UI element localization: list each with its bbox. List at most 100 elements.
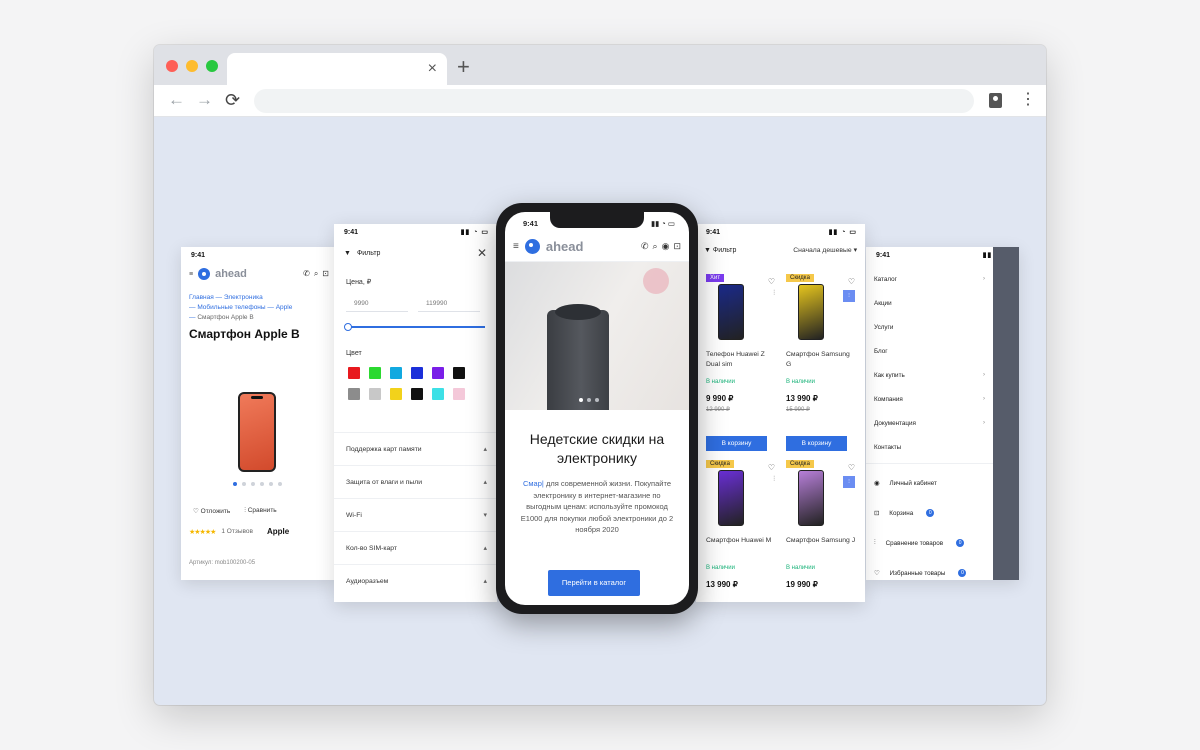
menu-account[interactable]: ◉ Личный кабинет	[866, 468, 993, 498]
forward-arrow-icon[interactable]: →	[196, 89, 213, 111]
menu-item[interactable]: Контакты	[866, 435, 993, 459]
minimize-window-button[interactable]	[186, 60, 198, 72]
product-card[interactable]: Хит ♡ ⫶ Телефон Huawei Z Dual sim В наличии 9…	[702, 274, 778, 460]
product-name[interactable]: Смартфон Huawei M	[706, 536, 776, 546]
menu-item[interactable]: Компания ›	[866, 387, 993, 411]
menu-item[interactable]: Как купить ›	[866, 363, 993, 387]
color-swatch[interactable]	[432, 388, 444, 400]
close-window-button[interactable]	[166, 60, 178, 72]
menu-item[interactable]: Акции	[866, 291, 993, 315]
sort-dropdown[interactable]: Сначала дешевые ▾	[793, 246, 857, 254]
filter-option-row[interactable]: Аудиоразъем ▴	[334, 564, 497, 597]
color-swatch[interactable]	[348, 388, 360, 400]
price-slider[interactable]	[344, 323, 485, 331]
browser-menu-icon[interactable]: ⋮	[1020, 90, 1036, 110]
color-swatch[interactable]	[411, 388, 423, 400]
compare-icon[interactable]: ⫶	[843, 290, 855, 302]
compare-icon[interactable]: ⫶	[773, 476, 775, 484]
search-icon[interactable]: ⌕	[653, 241, 658, 252]
back-arrow-icon[interactable]: ←	[168, 89, 185, 111]
menu-compare[interactable]: ⫶ Сравнение товаров 0	[866, 528, 993, 558]
add-to-cart-button[interactable]: В корзину	[706, 436, 767, 451]
logo-text[interactable]: ahead	[546, 239, 584, 254]
logo-text[interactable]: ahead	[215, 268, 247, 280]
logo-icon[interactable]	[524, 239, 540, 254]
menu-overlay[interactable]	[993, 247, 1019, 580]
pager-dot[interactable]	[242, 482, 246, 486]
pager-dot[interactable]	[269, 482, 273, 486]
menu-cart[interactable]: ⊡ Корзина 0	[866, 498, 993, 528]
phone-icon[interactable]: ✆	[303, 269, 310, 279]
product-image[interactable]	[798, 284, 824, 340]
pager-dot[interactable]	[595, 398, 599, 402]
breadcrumb-phones[interactable]: Мобильные телефоны	[197, 304, 265, 311]
menu-item[interactable]: Услуги	[866, 315, 993, 339]
slider-handle[interactable]	[344, 323, 352, 331]
pager-dot[interactable]	[260, 482, 264, 486]
heart-icon[interactable]: ♡	[768, 277, 775, 286]
logo-icon[interactable]	[198, 268, 211, 280]
reload-icon[interactable]: ⟳	[225, 89, 240, 111]
color-swatch[interactable]	[390, 388, 402, 400]
menu-item[interactable]: Каталог ›	[866, 267, 993, 291]
price-max-input[interactable]: 119990	[418, 294, 480, 312]
compare-icon[interactable]: ⫶	[843, 476, 855, 488]
address-bar[interactable]	[254, 89, 974, 113]
breadcrumb-home[interactable]: Главная	[189, 294, 214, 301]
pager-dot[interactable]	[587, 398, 591, 402]
hamburger-icon[interactable]: ≡	[189, 271, 193, 278]
product-card[interactable]: Скидка ♡ ⫶ Смартфон Huawei M В наличии 13 990…	[702, 460, 778, 602]
filter-button[interactable]: ▼ Фильтр	[704, 247, 736, 254]
filter-option-row[interactable]: Защита от влаги и пыли ▴	[334, 465, 497, 498]
pager-dot[interactable]	[278, 482, 282, 486]
new-tab-button[interactable]: +	[457, 54, 470, 80]
hero-banner[interactable]	[505, 262, 689, 410]
menu-item[interactable]: Документация ›	[866, 411, 993, 435]
product-card[interactable]: Скидка ♡ ⫶ Смартфон Samsung G В наличии 13 99…	[782, 274, 858, 460]
color-swatch[interactable]	[369, 388, 381, 400]
hamburger-icon[interactable]: ≡	[513, 241, 519, 252]
product-name[interactable]: Смартфон Samsung J	[786, 536, 856, 546]
price-min-input[interactable]: 9990	[346, 294, 408, 312]
brand-logo[interactable]: Apple	[267, 527, 289, 536]
product-card[interactable]: Скидка ♡ ⫶ Смартфон Samsung J В наличии 19 99…	[782, 460, 858, 602]
search-icon[interactable]: ⌕	[314, 269, 318, 279]
breadcrumb-apple[interactable]: Apple	[276, 304, 293, 311]
product-image[interactable]	[718, 470, 744, 526]
product-name[interactable]: Смартфон Samsung G	[786, 350, 856, 370]
color-swatch[interactable]	[348, 367, 360, 379]
color-swatch[interactable]	[453, 367, 465, 379]
filter-option-row[interactable]: Кол-во SIM-карт ▴	[334, 531, 497, 564]
compare-button[interactable]: ⫶ Сравнить	[244, 507, 276, 515]
defer-button[interactable]: ♡ Отложить	[193, 507, 230, 515]
color-swatch[interactable]	[390, 367, 402, 379]
breadcrumb-electronics[interactable]: Электроника	[224, 294, 263, 301]
menu-favorites[interactable]: ♡ Избранные товары 0	[866, 558, 993, 580]
phone-icon[interactable]: ✆	[641, 241, 649, 252]
add-to-cart-button[interactable]: В корзину	[786, 436, 847, 451]
heart-icon[interactable]: ♡	[848, 277, 855, 286]
go-to-catalog-button[interactable]: Перейти в каталог	[548, 570, 640, 596]
star-rating[interactable]: ★★★★★	[189, 528, 216, 536]
pager-dot[interactable]	[251, 482, 255, 486]
browser-tab[interactable]: ×	[227, 53, 447, 85]
profile-clipboard-icon[interactable]	[989, 93, 1002, 108]
pager-dot[interactable]	[233, 482, 237, 486]
filter-option-row[interactable]: Wi-Fi ▾	[334, 498, 497, 531]
compare-icon[interactable]: ⫶	[773, 290, 775, 298]
tab-close-icon[interactable]: ×	[428, 59, 437, 79]
user-icon[interactable]: ◉	[662, 241, 670, 252]
product-image[interactable]	[798, 470, 824, 526]
reviews-count[interactable]: 1 Отзывов	[221, 528, 253, 535]
filter-option-row[interactable]: Поддержка карт памяти ▴	[334, 432, 497, 465]
product-image[interactable]	[238, 392, 276, 472]
cart-icon[interactable]: ⊡	[322, 269, 329, 279]
heart-icon[interactable]: ♡	[768, 463, 775, 472]
maximize-window-button[interactable]	[206, 60, 218, 72]
heart-icon[interactable]: ♡	[848, 463, 855, 472]
cart-icon[interactable]: ⊡	[673, 241, 681, 252]
close-icon[interactable]: ✕	[477, 246, 487, 260]
product-image[interactable]	[718, 284, 744, 340]
menu-item[interactable]: Блог	[866, 339, 993, 363]
pager-dot[interactable]	[579, 398, 583, 402]
